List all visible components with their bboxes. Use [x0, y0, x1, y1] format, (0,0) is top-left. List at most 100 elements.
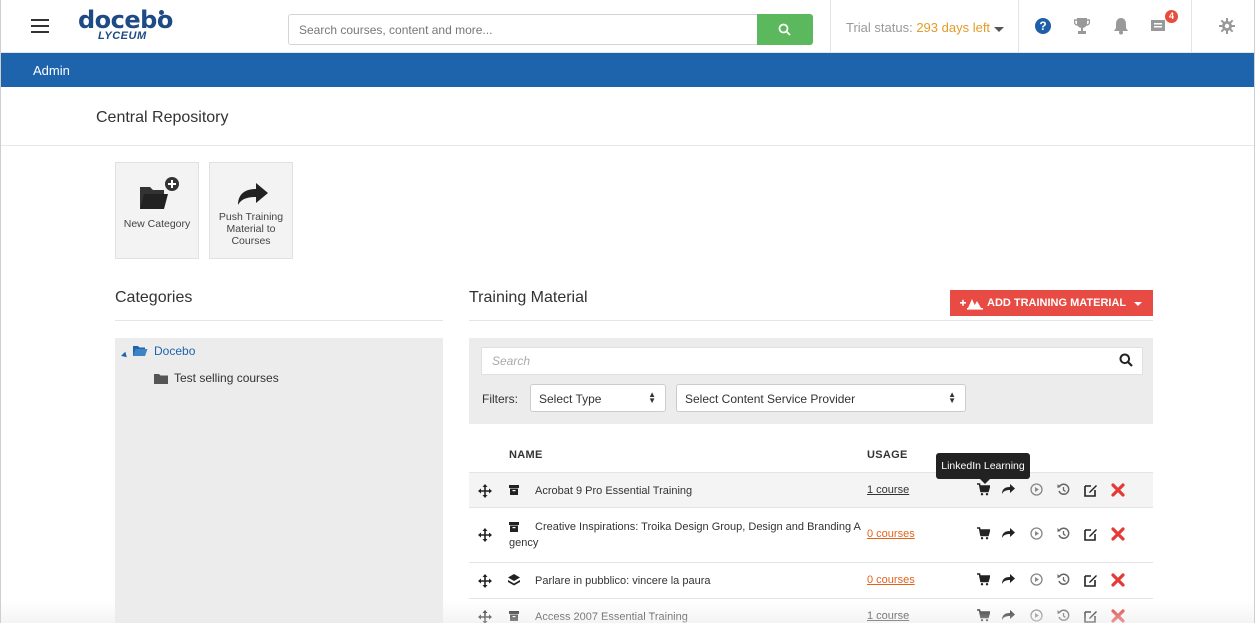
admin-menu-link[interactable]: Admin	[33, 63, 70, 78]
share-arrow-icon	[238, 183, 268, 205]
bell-icon[interactable]	[1113, 17, 1129, 35]
select-provider-value: Select Content Service Provider	[685, 392, 856, 406]
new-category-label: New Category	[123, 218, 191, 230]
trial-days-left: 293 days left	[916, 20, 991, 35]
share-arrow-icon[interactable]	[1002, 527, 1015, 539]
divider	[1, 145, 1254, 146]
add-training-material-button[interactable]: ADD TRAINING MATERIAL	[950, 290, 1153, 316]
row-actions	[977, 483, 1147, 501]
folder-open-icon	[133, 346, 148, 356]
separator	[1018, 0, 1019, 53]
delete-icon[interactable]	[1111, 527, 1125, 541]
folder-add-icon	[140, 177, 179, 209]
share-arrow-icon[interactable]	[1002, 483, 1015, 495]
row-name: Creative Inspirations: Troika Design Gro…	[509, 521, 861, 549]
cart-icon[interactable]	[977, 609, 990, 622]
table-row[interactable]: Creative Inspirations: Troika Design Gro…	[469, 508, 1153, 563]
history-icon[interactable]	[1057, 527, 1070, 540]
edit-icon[interactable]	[1084, 573, 1098, 587]
move-icon[interactable]	[478, 574, 492, 588]
play-icon[interactable]	[1030, 609, 1043, 622]
divider	[115, 320, 443, 321]
menu-icon	[31, 19, 49, 33]
archive-icon	[509, 485, 519, 495]
select-arrows-icon: ▲ ▼	[648, 390, 656, 405]
share-arrow-icon[interactable]	[1002, 609, 1015, 621]
menu-button[interactable]	[23, 12, 57, 42]
cart-icon[interactable]	[977, 527, 990, 540]
delete-icon[interactable]	[1111, 609, 1125, 623]
trial-status-prefix: Trial status:	[846, 20, 917, 35]
trial-status[interactable]: Trial status: 293 days left	[846, 20, 990, 35]
filters-label: Filters:	[482, 392, 518, 406]
trophy-icon[interactable]	[1074, 17, 1090, 35]
categories-heading: Categories	[115, 289, 193, 306]
row-actions	[977, 609, 1147, 623]
delete-icon[interactable]	[1111, 573, 1125, 587]
logo-subtext: LYCEUM	[98, 30, 147, 42]
share-arrow-icon[interactable]	[1002, 573, 1015, 585]
logo-dot	[159, 10, 164, 15]
row-usage-link[interactable]: 1 course	[867, 610, 909, 622]
page-title: Central Repository	[96, 109, 229, 126]
new-category-button[interactable]: New Category	[115, 162, 199, 259]
separator	[1191, 0, 1192, 53]
training-material-heading: Training Material	[469, 289, 588, 306]
row-name: Access 2007 Essential Training	[535, 611, 688, 623]
table-row[interactable]: Acrobat 9 Pro Essential Training 1 cours…	[469, 472, 1153, 508]
training-search-input[interactable]	[481, 347, 1143, 375]
linkedin-learning-tooltip: LinkedIn Learning	[936, 453, 1030, 484]
edit-icon[interactable]	[1084, 483, 1098, 497]
play-icon[interactable]	[1030, 527, 1043, 540]
inbox-count-badge: 4	[1165, 10, 1178, 23]
move-icon[interactable]	[478, 610, 492, 623]
delete-icon[interactable]	[1111, 483, 1125, 497]
row-actions	[977, 573, 1147, 591]
chevron-down-icon	[1134, 302, 1142, 306]
edit-icon[interactable]	[1084, 609, 1098, 623]
separator	[830, 0, 831, 53]
global-search-button[interactable]	[757, 14, 813, 45]
column-header-name[interactable]: NAME	[509, 449, 543, 461]
row-usage-link[interactable]: 1 course	[867, 484, 909, 496]
global-search-input[interactable]	[288, 14, 758, 45]
docebo-logo[interactable]: docebo LYCEUM	[78, 6, 173, 46]
column-header-usage[interactable]: USAGE	[867, 449, 908, 461]
tree-item-label: Test selling courses	[174, 371, 279, 385]
push-training-label: Push Training Material to Courses	[218, 211, 284, 247]
table-row[interactable]: Parlare in pubblico: vincere la paura 0 …	[469, 563, 1153, 599]
admin-bar: Admin	[1, 53, 1254, 87]
edit-icon[interactable]	[1084, 527, 1098, 541]
row-usage-link[interactable]: 0 courses	[867, 574, 915, 586]
select-arrows-icon: ▲ ▼	[948, 390, 956, 405]
row-usage-link[interactable]: 0 courses	[867, 528, 915, 540]
push-training-button[interactable]: Push Training Material to Courses	[209, 162, 293, 259]
divider	[469, 320, 1153, 321]
move-icon[interactable]	[478, 528, 492, 542]
history-icon[interactable]	[1057, 483, 1070, 496]
top-bar: docebo LYCEUM Trial status: 293 days lef…	[1, 0, 1254, 53]
select-type-dropdown[interactable]: Select Type ▲ ▼	[530, 384, 666, 412]
add-training-material-label: ADD TRAINING MATERIAL	[987, 297, 1127, 309]
history-icon[interactable]	[1057, 573, 1070, 586]
row-actions	[977, 527, 1147, 545]
archive-icon	[509, 611, 519, 621]
row-name: Acrobat 9 Pro Essential Training	[535, 485, 693, 497]
select-provider-dropdown[interactable]: Select Content Service Provider ▲ ▼	[676, 384, 966, 412]
table-row[interactable]: Access 2007 Essential Training 1 course	[469, 599, 1153, 623]
search-icon	[778, 23, 791, 36]
chevron-down-icon[interactable]	[994, 27, 1004, 32]
tree-item-label: Docebo	[154, 344, 196, 358]
gear-icon[interactable]	[1219, 18, 1235, 34]
play-icon[interactable]	[1030, 573, 1043, 586]
help-icon[interactable]: ?	[1035, 18, 1051, 34]
select-type-value: Select Type	[539, 392, 602, 406]
search-icon[interactable]	[1119, 353, 1133, 367]
history-icon[interactable]	[1057, 609, 1070, 622]
play-icon[interactable]	[1030, 483, 1043, 496]
layers-icon	[508, 574, 520, 586]
cart-icon[interactable]	[977, 483, 990, 496]
row-name: Parlare in pubblico: vincere la paura	[535, 575, 711, 587]
move-icon[interactable]	[478, 484, 492, 498]
cart-icon[interactable]	[977, 573, 990, 586]
